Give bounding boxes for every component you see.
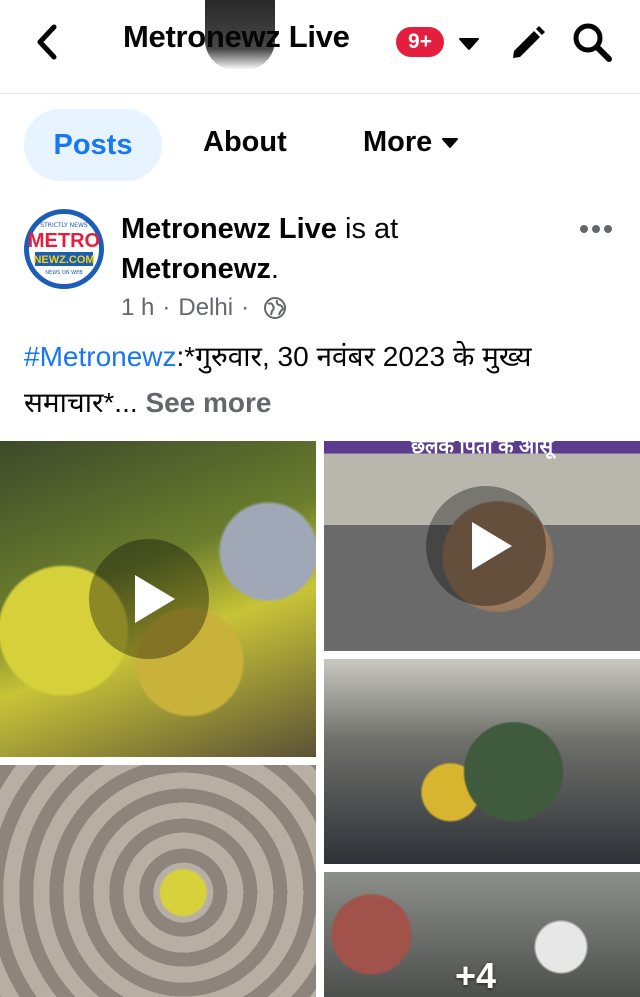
- edit-button[interactable]: [508, 21, 550, 63]
- tab-about[interactable]: About: [203, 126, 287, 159]
- post-is-at: is at: [345, 213, 399, 245]
- caret-down-icon: [442, 137, 459, 148]
- pencil-icon: [513, 26, 545, 58]
- see-more-link[interactable]: See more: [145, 387, 271, 418]
- globe-icon: [264, 297, 287, 319]
- more-dots-icon: [580, 225, 612, 233]
- post-header: Metronewz Live is at Metronewz.: [121, 209, 561, 289]
- media-video-1[interactable]: [0, 441, 316, 757]
- tab-posts[interactable]: Posts: [24, 109, 162, 181]
- page-avatar[interactable]: STRICTLY NEWS METRO NEWZ.COM NEWS ON WEB: [24, 209, 104, 289]
- media-video-2[interactable]: छलक पिता के आंसू: [324, 441, 640, 651]
- logo-sub-text: NEWZ.COM: [33, 254, 94, 266]
- post-hashtag[interactable]: #Metronewz: [24, 341, 177, 372]
- search-icon: [573, 23, 612, 62]
- tab-more-label: More: [363, 126, 433, 158]
- post-text: #Metronewz:*गुरुवार, 30 नवंबर 2023 के मु…: [24, 334, 624, 426]
- play-button[interactable]: [89, 539, 209, 659]
- media-photo-4[interactable]: [0, 765, 316, 997]
- back-button[interactable]: [30, 22, 66, 62]
- media-banner-text: छलक पिता के आंसू: [410, 441, 554, 458]
- notification-badge[interactable]: 9+: [396, 27, 444, 57]
- meta-separator: ·: [162, 294, 171, 321]
- caret-down-icon: [459, 38, 479, 50]
- post-options-button[interactable]: [577, 215, 615, 243]
- post-meta: 1 h · Delhi ·: [121, 294, 287, 322]
- post-place: Delhi: [178, 294, 234, 321]
- post-location-period: .: [270, 253, 279, 285]
- top-bar: Metronewz Live 9+: [0, 0, 640, 94]
- page-title[interactable]: Metronewz Live: [123, 19, 350, 55]
- logo-top-text: STRICTLY NEWS: [40, 222, 88, 229]
- title-dropdown-button[interactable]: [456, 30, 482, 56]
- post-author[interactable]: Metronewz Live: [121, 213, 337, 245]
- metro-newz-logo: STRICTLY NEWS METRO NEWZ.COM NEWS ON WEB: [25, 210, 103, 288]
- back-chevron-icon: [37, 24, 57, 60]
- tab-more[interactable]: More: [363, 126, 460, 159]
- logo-main-text: METRO: [28, 230, 100, 252]
- search-button[interactable]: [570, 20, 614, 64]
- logo-bottom-text: NEWS ON WEB: [45, 270, 83, 276]
- meta-separator: ·: [241, 294, 250, 321]
- play-icon: [135, 575, 175, 623]
- media-photo-3[interactable]: [324, 659, 640, 864]
- play-icon: [472, 522, 512, 570]
- post-location[interactable]: Metronewz: [121, 253, 271, 285]
- post-time[interactable]: 1 h: [121, 294, 154, 322]
- more-media-count[interactable]: +4: [455, 955, 496, 997]
- play-button[interactable]: [426, 486, 546, 606]
